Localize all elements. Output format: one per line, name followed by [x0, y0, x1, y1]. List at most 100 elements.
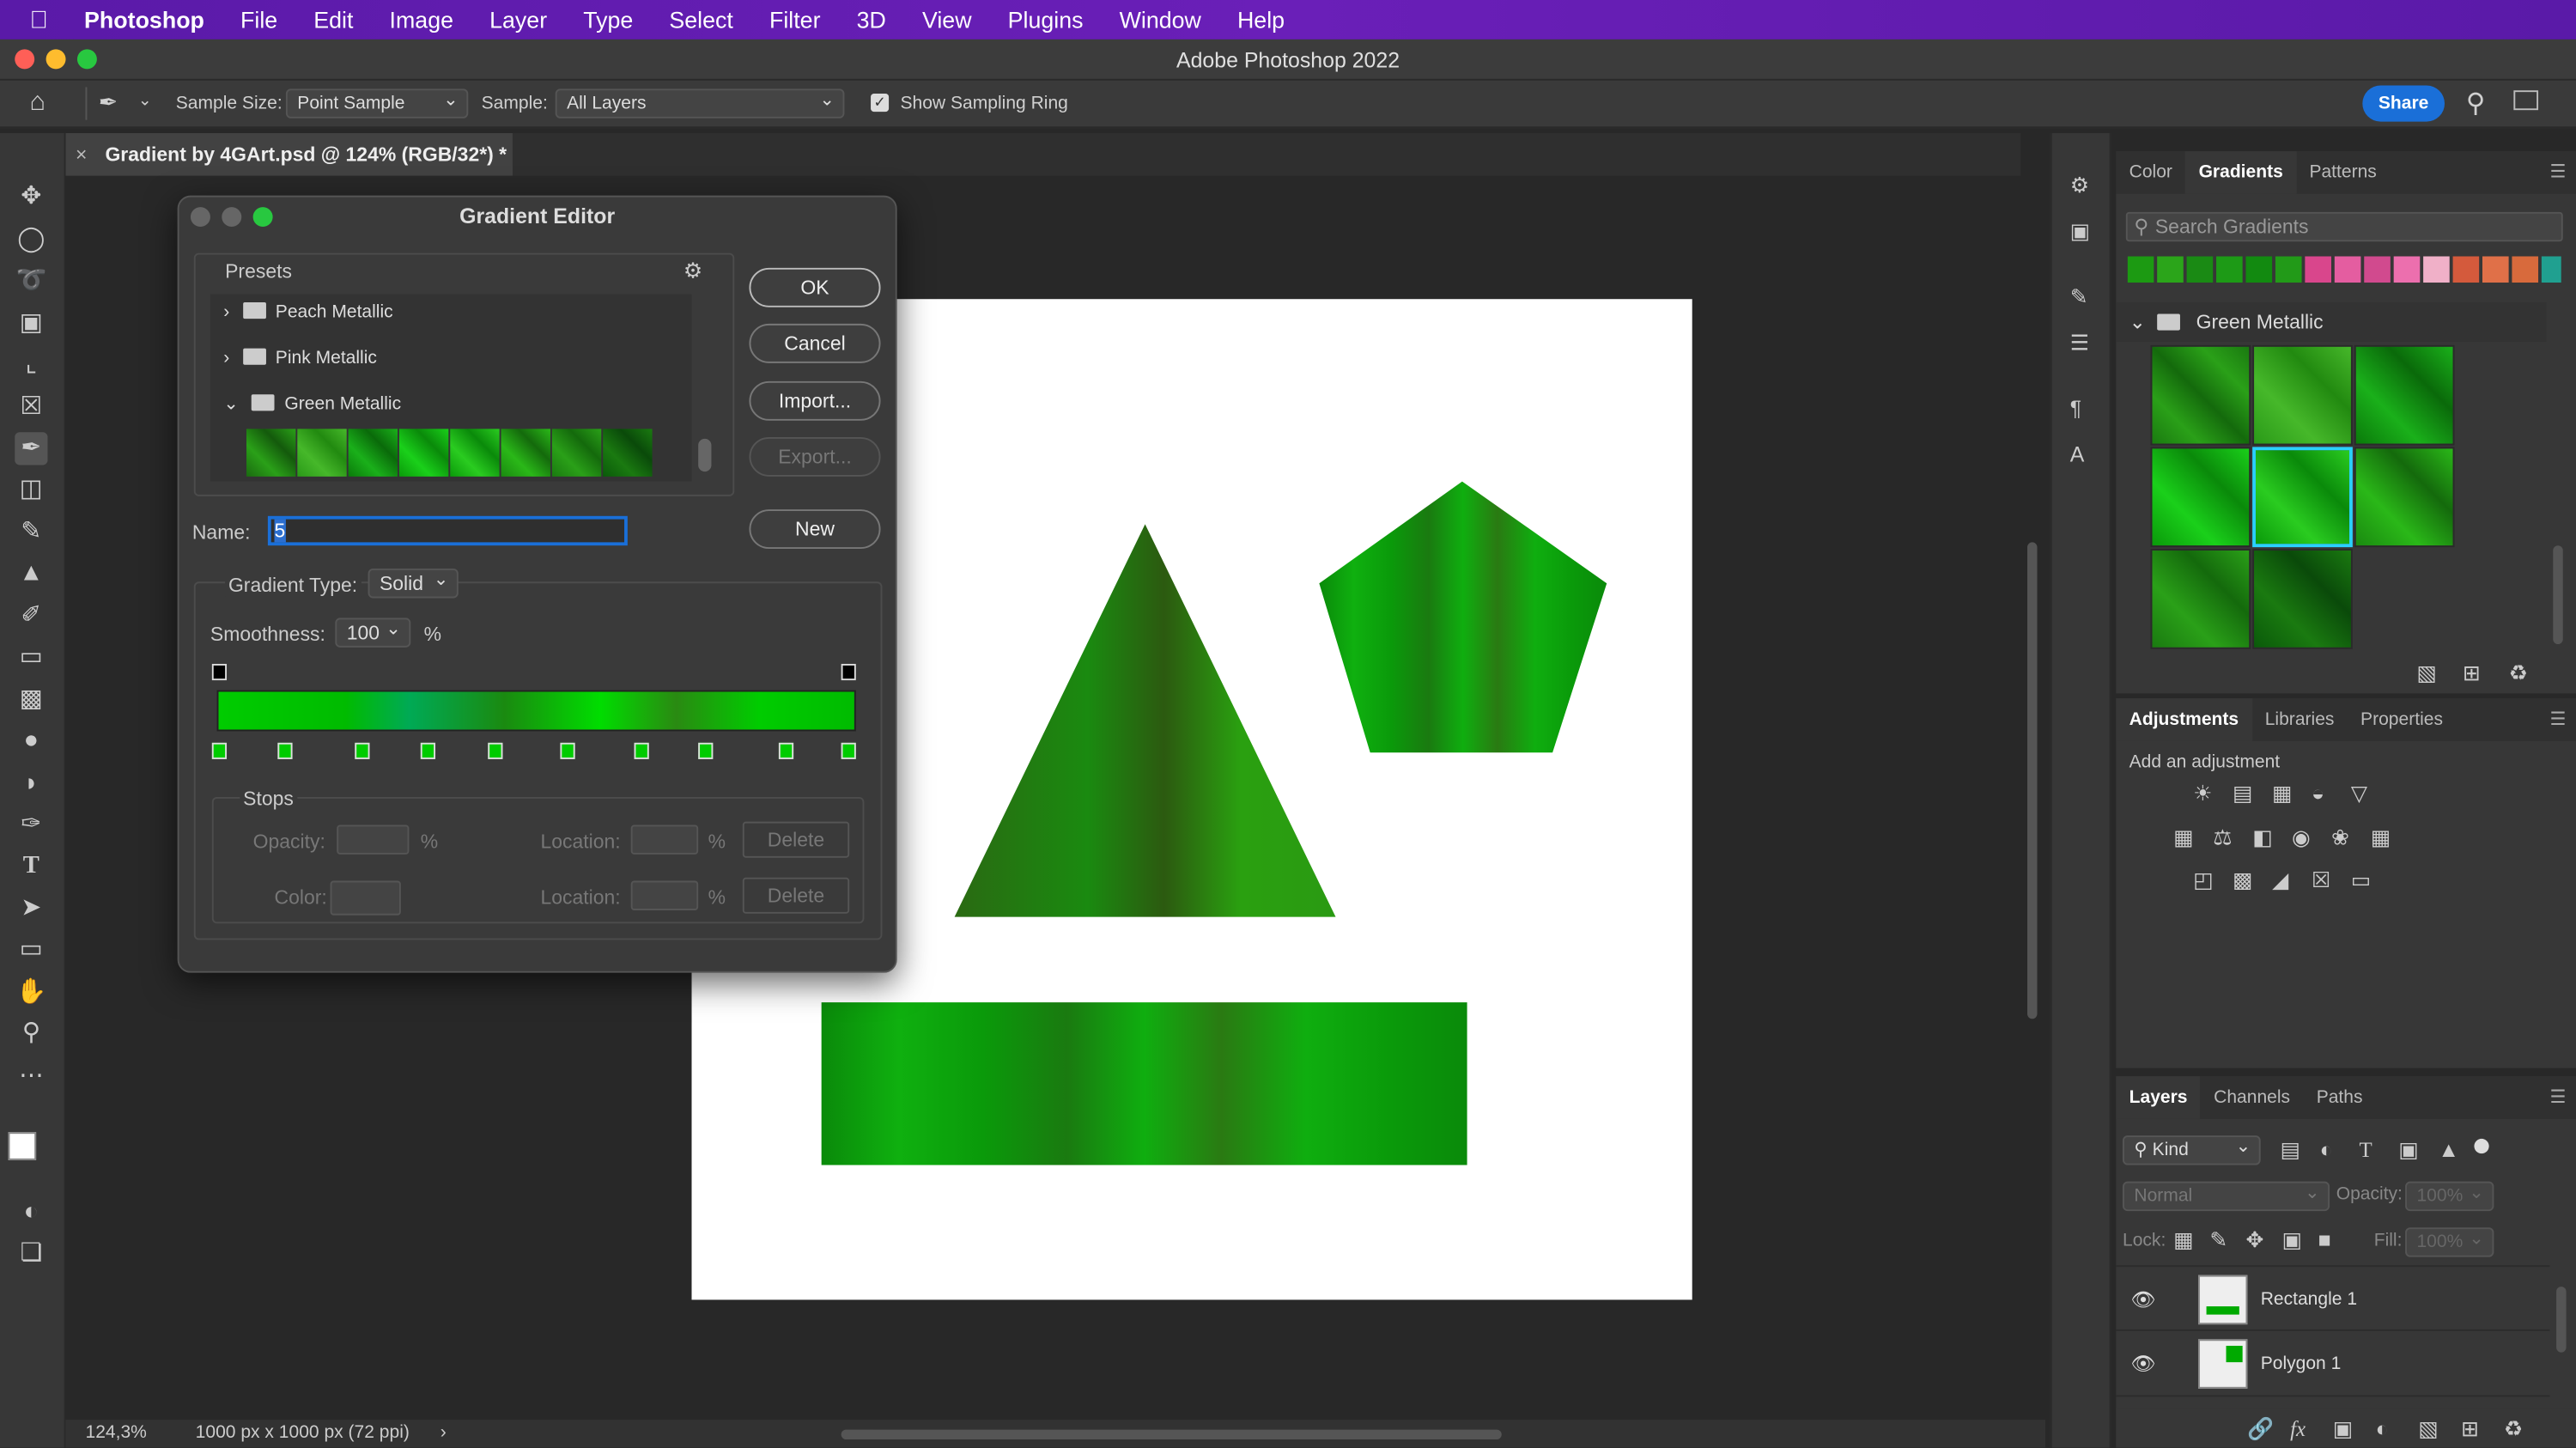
stamp-tool-icon[interactable]: ▲	[15, 557, 47, 590]
panel-scrollbar[interactable]	[2553, 545, 2563, 645]
color-stop[interactable]	[841, 742, 856, 759]
eyedropper-tool-icon[interactable]: ✒	[99, 88, 118, 117]
fill-field[interactable]: 100%	[2405, 1226, 2494, 1257]
preset-swatch[interactable]	[297, 429, 347, 477]
gradient-thumb[interactable]	[2354, 344, 2455, 446]
preset-swatch[interactable]	[603, 429, 653, 477]
rectangle-shape[interactable]	[821, 1002, 1467, 1165]
new-gradient-icon[interactable]: ⊞	[2463, 660, 2481, 687]
export-button[interactable]: Export...	[749, 436, 881, 477]
shape-filter-icon[interactable]: ▣	[2398, 1137, 2419, 1164]
eraser-tool-icon[interactable]: ▭	[15, 641, 47, 673]
preset-swatch[interactable]	[551, 429, 602, 477]
quick-mask-icon[interactable]: ◐	[15, 1196, 47, 1229]
menu-plugins[interactable]: Plugins	[990, 7, 1102, 33]
color-lookup-icon[interactable]: ▦	[2371, 824, 2391, 851]
tab-libraries[interactable]: Libraries	[2251, 698, 2347, 741]
menu-image[interactable]: Image	[371, 7, 471, 33]
menu-filter[interactable]: Filter	[751, 7, 839, 33]
minimize-dialog-button[interactable]	[222, 207, 242, 228]
tab-paths[interactable]: Paths	[2303, 1076, 2375, 1119]
close-tab-icon[interactable]: ×	[76, 133, 87, 176]
chevron-down-icon[interactable]: ⌄	[2116, 311, 2146, 334]
lock-artboard-icon[interactable]: ▣	[2282, 1227, 2303, 1254]
gradient-thumb[interactable]	[2252, 549, 2353, 649]
preset-folder-row[interactable]: › Pink Metallic	[223, 337, 705, 380]
smoothness-field[interactable]: 100	[335, 616, 411, 648]
minimize-window-button[interactable]	[46, 49, 66, 70]
posterize-icon[interactable]: ▩	[2233, 867, 2253, 894]
color-stop[interactable]	[420, 742, 436, 759]
photo-filter-icon[interactable]: ◉	[2292, 824, 2311, 851]
menu-view[interactable]: View	[904, 7, 990, 33]
gradient-thumb-selected[interactable]	[2252, 447, 2353, 548]
type-filter-icon[interactable]: T	[2359, 1137, 2372, 1164]
lasso-tool-icon[interactable]: ➰	[15, 265, 47, 297]
panel-menu-icon[interactable]: ☰	[2550, 698, 2576, 741]
exposure-icon[interactable]: ◒	[2312, 781, 2324, 806]
search-icon[interactable]: ⚲	[2466, 87, 2485, 119]
menu-type[interactable]: Type	[565, 7, 651, 33]
selective-color-icon[interactable]: ☒	[2312, 867, 2330, 894]
brush-settings-icon[interactable]: ✎	[2070, 284, 2088, 311]
eye-icon[interactable]: 👁	[2131, 1267, 2156, 1333]
document-info[interactable]: 1000 px x 1000 px (72 ppi)	[196, 1420, 410, 1448]
chevron-down-icon[interactable]: ⌄	[138, 92, 152, 110]
gradient-group-header[interactable]: ⌄ Green Metallic	[2116, 302, 2547, 342]
presets-scrollbar[interactable]	[698, 438, 712, 472]
layer-name[interactable]: Rectangle 1	[2261, 1267, 2357, 1333]
gradient-type-select[interactable]: Solid	[368, 567, 459, 599]
tab-gradients[interactable]: Gradients	[2185, 151, 2297, 194]
eyedropper-icon[interactable]: ✒	[15, 432, 48, 465]
chevron-down-icon[interactable]: ⌄	[223, 394, 239, 414]
menu-app[interactable]: Photoshop	[66, 7, 222, 33]
history-icon[interactable]: ⚙	[2070, 173, 2089, 199]
preset-folder-row[interactable]: › Peach Metallic	[223, 291, 705, 334]
lock-transparent-icon[interactable]: ▦	[2173, 1227, 2194, 1254]
opacity-location-field[interactable]	[630, 824, 699, 855]
tab-properties[interactable]: Properties	[2348, 698, 2457, 741]
levels-icon[interactable]: ▤	[2233, 781, 2253, 807]
layer-row[interactable]: 👁 Polygon 1	[2116, 1331, 2550, 1397]
color-stop[interactable]	[488, 742, 503, 759]
tab-color[interactable]: Color	[2116, 151, 2185, 194]
pen-tool-icon[interactable]: ✑	[15, 808, 47, 841]
blend-mode-select[interactable]: Normal	[2122, 1180, 2330, 1212]
recent-swatch[interactable]	[2127, 256, 2154, 283]
adjustment-layer-icon[interactable]: ◐	[2376, 1416, 2389, 1441]
trash-icon[interactable]: ♻	[2509, 660, 2528, 687]
brush-tool-icon[interactable]: ✎	[15, 516, 47, 549]
gear-icon[interactable]: ⚙	[683, 258, 702, 284]
preset-swatch[interactable]	[450, 429, 500, 477]
new-group-icon[interactable]: ▧	[2416, 660, 2437, 687]
color-stop[interactable]	[634, 742, 649, 759]
opacity-field[interactable]: 100%	[2405, 1180, 2494, 1212]
adjust-icon[interactable]: ☰	[2070, 331, 2089, 357]
kind-filter-select[interactable]: ⚲ Kind	[2122, 1134, 2261, 1165]
vertical-scrollbar[interactable]	[2027, 542, 2038, 1019]
black-white-icon[interactable]: ◧	[2252, 824, 2273, 851]
show-ring-checkbox[interactable]: ✓	[871, 94, 890, 113]
color-stop[interactable]	[277, 742, 293, 759]
blur-tool-icon[interactable]: ●	[15, 725, 47, 757]
hue-saturation-icon[interactable]: ▦	[2173, 824, 2194, 851]
color-stop[interactable]	[211, 742, 228, 759]
opacity-field[interactable]	[337, 824, 410, 855]
curves-icon[interactable]: ▦	[2272, 781, 2293, 807]
zoom-level[interactable]: 124,3%	[85, 1420, 146, 1448]
recent-gradients-strip[interactable]	[2127, 256, 2561, 283]
zoom-dialog-button[interactable]	[252, 207, 273, 228]
opacity-stop-right[interactable]	[841, 663, 856, 681]
delete-opacity-stop-button[interactable]: Delete	[742, 821, 850, 858]
sample-select[interactable]: All Layers	[555, 87, 845, 119]
smart-filter-icon[interactable]: ▲	[2438, 1137, 2459, 1162]
panel-menu-icon[interactable]: ☰	[2550, 151, 2576, 194]
polygon-shape[interactable]	[1319, 481, 1607, 753]
menu-layer[interactable]: Layer	[471, 7, 565, 33]
menu-help[interactable]: Help	[1219, 7, 1303, 33]
eye-icon[interactable]: 👁	[2131, 1331, 2156, 1397]
crop-tool-icon[interactable]: ⌞	[15, 349, 47, 381]
cancel-button[interactable]: Cancel	[749, 323, 881, 363]
menu-window[interactable]: Window	[1102, 7, 1219, 33]
channel-mixer-icon[interactable]: ❀	[2331, 824, 2349, 851]
